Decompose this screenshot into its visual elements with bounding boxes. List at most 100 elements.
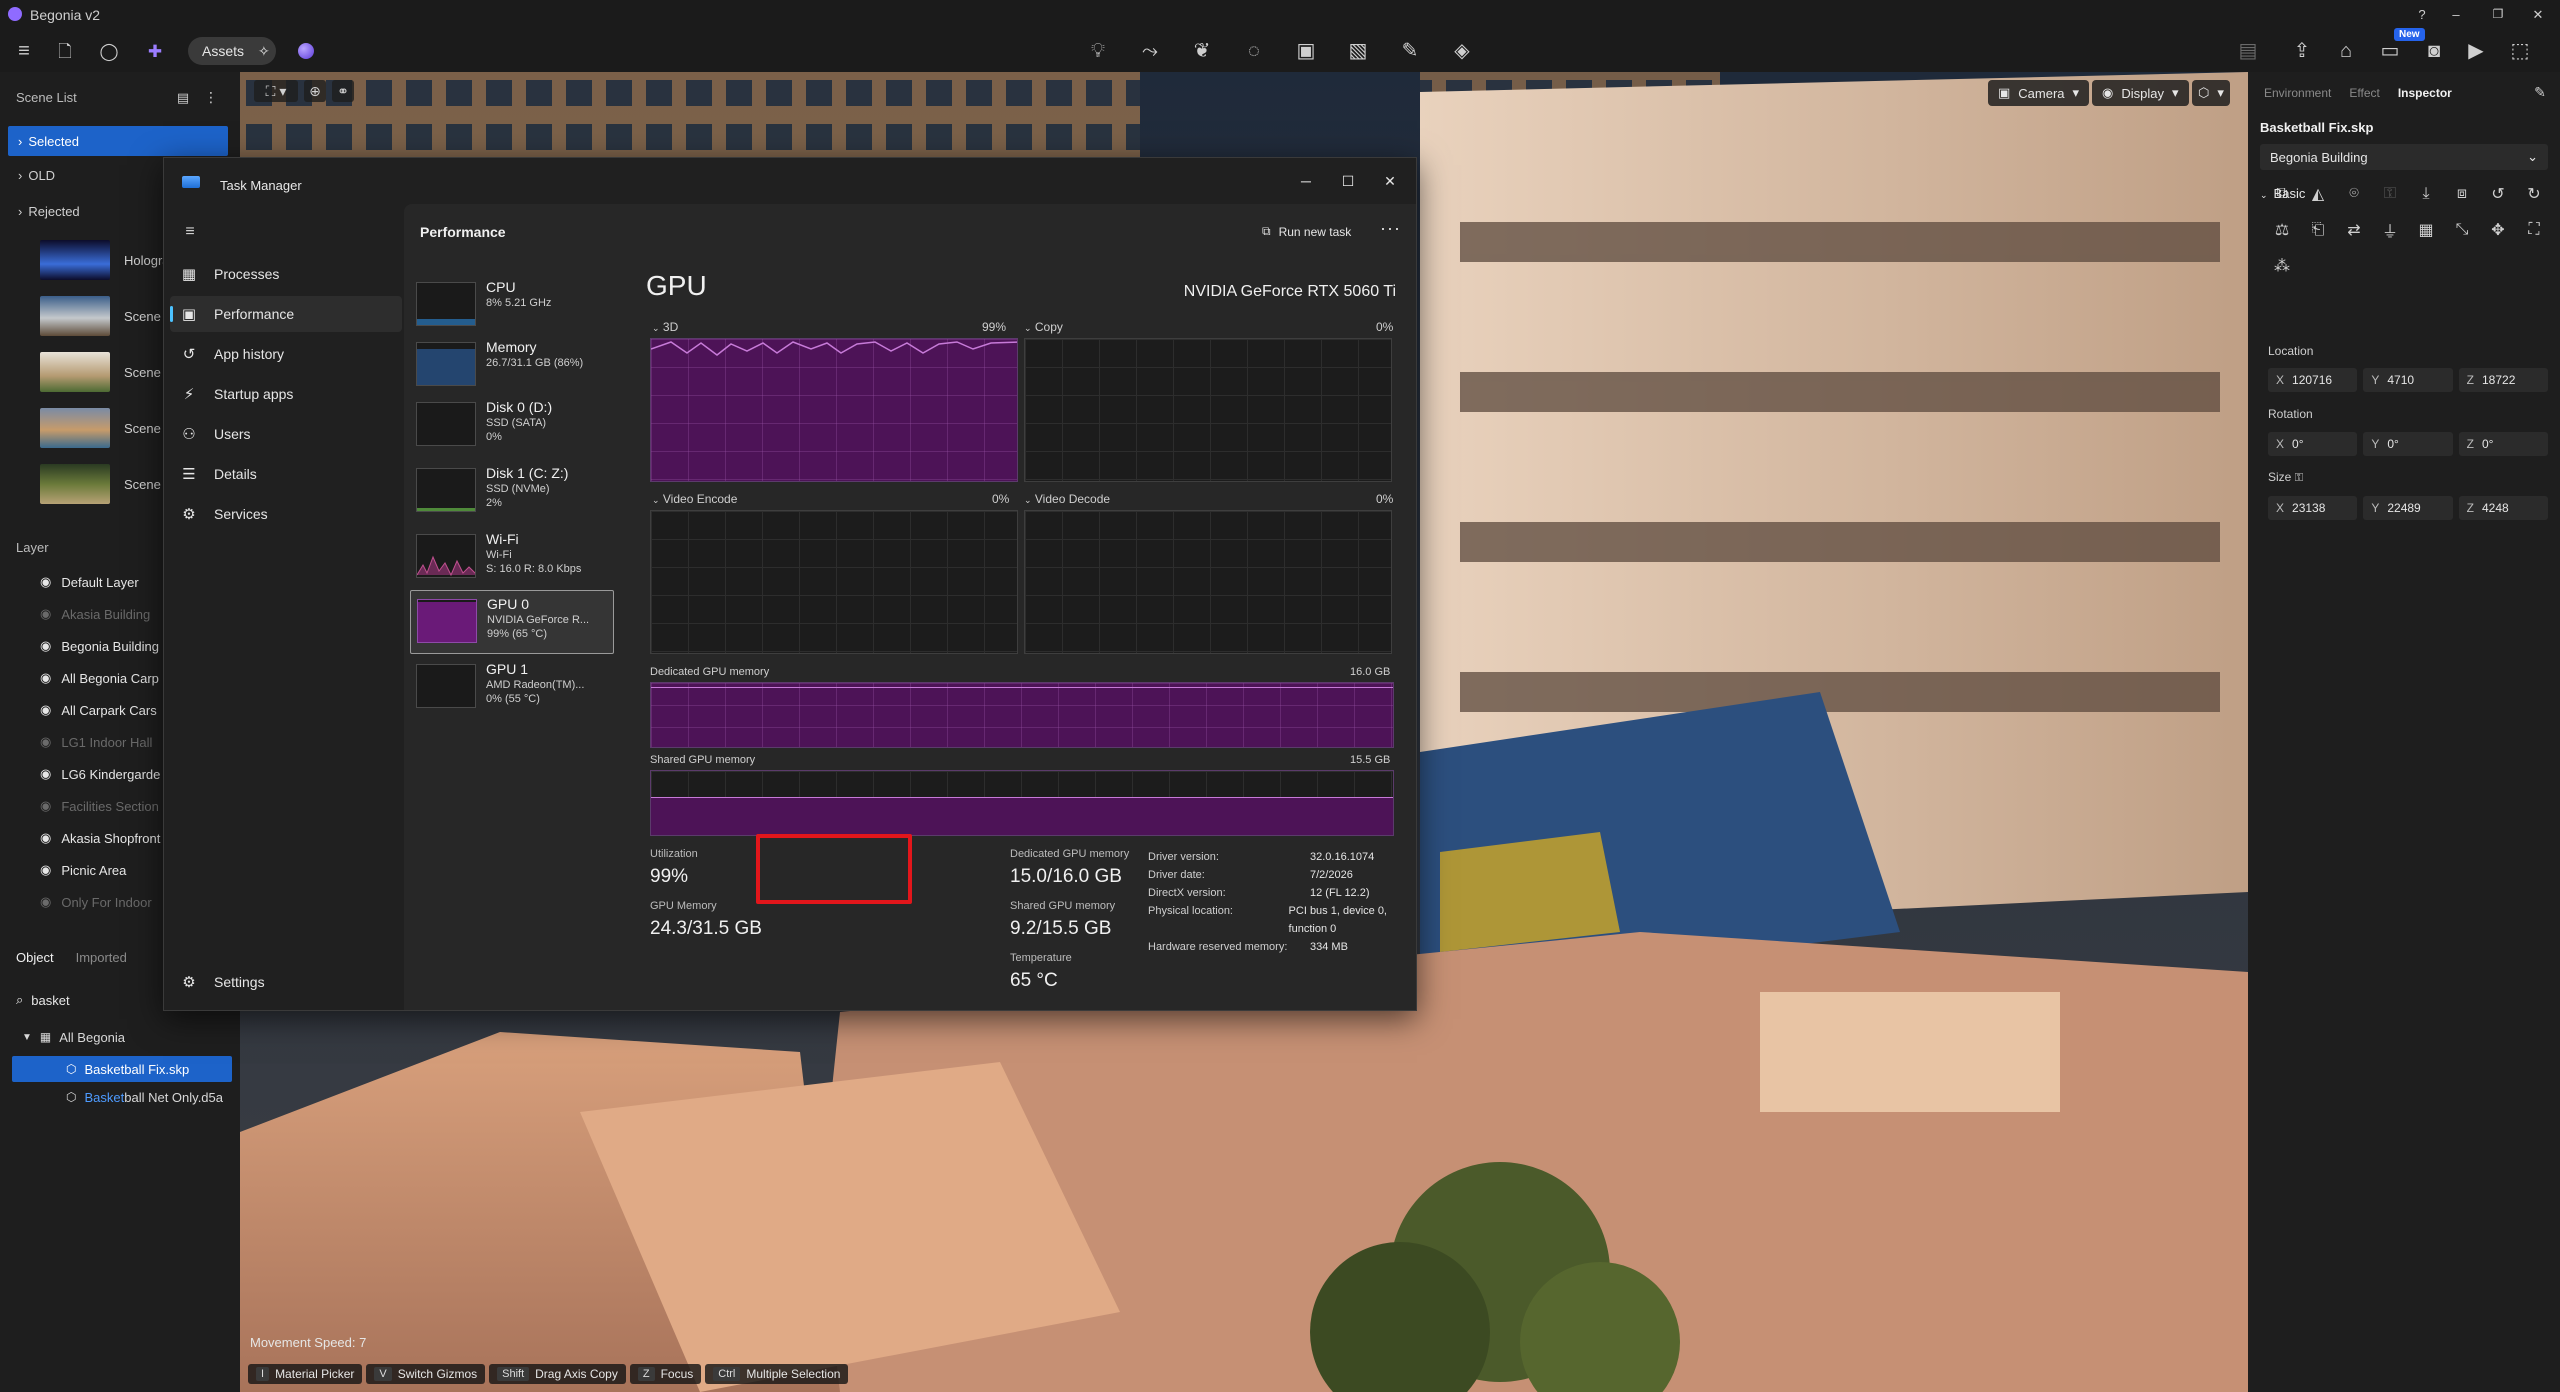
array-icon[interactable]: ▦ [2408, 218, 2444, 242]
scene-more-icon[interactable]: ⋮ [204, 88, 218, 106]
layer-item[interactable]: ◉ Picnic Area [40, 858, 126, 882]
new-file-icon[interactable]: 🗋 [54, 40, 76, 62]
export-icon[interactable]: ⇪ [2290, 40, 2314, 62]
nav-toggle-icon[interactable]: ≡ [180, 222, 200, 242]
device-disk0[interactable]: Disk 0 (D:) SSD (SATA) 0% [410, 394, 614, 458]
tm-minimize-icon[interactable]: ─ [1286, 166, 1326, 196]
panorama-icon[interactable]: ⬚ [2508, 40, 2532, 62]
device-gpu1[interactable]: GPU 1 AMD Radeon(TM)... 0% (55 °C) [410, 656, 614, 720]
lock-ratio-icon[interactable]: ⚿ [2295, 472, 2303, 484]
nav-services[interactable]: ⚙ Services [170, 496, 402, 532]
layer-item[interactable]: ◉ All Begonia Carp [40, 666, 159, 690]
device-wifi[interactable]: Wi-Fi Wi-Fi S: 16.0 R: 8.0 Kbps [410, 526, 614, 590]
location-z-field[interactable]: Z 18722 [2458, 368, 2548, 392]
folder-icon[interactable]: ⎗ [2300, 218, 2336, 242]
nav-details[interactable]: ☰ Details [170, 456, 402, 492]
tab-imported[interactable]: Imported [76, 950, 127, 965]
tab-inspector[interactable]: Inspector [2398, 86, 2452, 100]
ground-icon[interactable]: ⏚ [2372, 218, 2408, 242]
layer-item[interactable]: ◉ LG1 Indoor Hall [40, 730, 152, 754]
eye-off-icon[interactable]: ◉ [40, 734, 51, 750]
material-icon[interactable]: ▧ [1346, 40, 1370, 62]
location-y-field[interactable]: Y 4710 [2363, 368, 2453, 392]
eye-off-icon[interactable]: ◉ [40, 606, 51, 622]
tm-maximize-icon[interactable]: ☐ [1328, 166, 1368, 196]
brush-icon[interactable]: ✎ [1398, 40, 1422, 62]
gizmo-mode-icon[interactable]: ⛶ ▾ [254, 80, 298, 102]
tree-root[interactable]: ▼ ▦ All Begonia [22, 1024, 125, 1050]
layer-item[interactable]: ◉ Begonia Building [40, 634, 159, 658]
tree-item[interactable]: ⬡ Basketball Net Only.d5a [66, 1084, 223, 1110]
nav-startup-apps[interactable]: ⚡︎ Startup apps [170, 376, 402, 412]
view-options-button[interactable]: ⬡ ▾ [2192, 80, 2230, 106]
minimize-icon[interactable]: – [2446, 4, 2466, 24]
ai-plus-icon[interactable]: ✚ [144, 40, 166, 62]
camera-button[interactable]: ▣ Camera ▾ [1988, 80, 2090, 106]
eye-icon[interactable]: ◉ [40, 702, 51, 718]
effect-icon[interactable]: ◌ [1242, 40, 1266, 62]
run-new-task-button[interactable]: ⧉ Run new task [1262, 224, 1351, 239]
layers-tool-icon[interactable]: ◈ [1450, 40, 1474, 62]
nav-settings[interactable]: ⚙ Settings [170, 964, 402, 1000]
path-tool-icon[interactable]: ⤳ [1138, 40, 1162, 62]
scatter-icon[interactable]: ⁂ [2264, 254, 2300, 278]
display-button[interactable]: ◉ Display ▾ [2092, 80, 2189, 106]
layer-item[interactable]: ◉ Akasia Building [40, 602, 150, 626]
rotation-y-field[interactable]: Y 0° [2363, 432, 2453, 456]
scene-add-icon[interactable]: ▤ [174, 88, 192, 106]
eye-icon[interactable]: ◉ [40, 862, 51, 878]
size-y-field[interactable]: Y 22489 [2363, 496, 2453, 520]
scale-icon[interactable]: ⤡ [2444, 218, 2480, 242]
restore-icon[interactable]: ❐ [2488, 4, 2508, 24]
nav-processes[interactable]: ▦ Processes [170, 256, 402, 292]
rotation-z-field[interactable]: Z 0° [2458, 432, 2548, 456]
layer-item[interactable]: ◉ Akasia Shopfront [40, 826, 160, 850]
move-icon[interactable]: ✥ [2480, 218, 2516, 242]
globe-icon[interactable]: ⊕ [304, 80, 326, 102]
package-icon[interactable]: ⌂ [2334, 40, 2358, 62]
size-x-field[interactable]: X 23138 [2268, 496, 2358, 520]
location-x-field[interactable]: X 120716 [2268, 368, 2358, 392]
fit-icon[interactable]: ⛶ [2516, 218, 2552, 242]
video-icon[interactable]: ▶ [2464, 40, 2488, 62]
nav-users[interactable]: ⚇ Users [170, 416, 402, 452]
device-memory[interactable]: Memory 26.7/31.1 GB (86%) [410, 334, 614, 398]
pin-icon[interactable]: ✎ [2530, 82, 2550, 102]
vr-icon[interactable]: ▭ [2378, 40, 2402, 62]
align-icon[interactable]: ⚖ [2264, 218, 2300, 242]
leaf-icon[interactable]: ❦ [1190, 40, 1214, 62]
chat-icon[interactable]: ◯ [98, 40, 120, 62]
scene-group-selected[interactable]: › Selected [8, 126, 228, 156]
assets-button[interactable]: Assets ✧ [188, 37, 276, 65]
layer-item[interactable]: ◉ LG6 Kindergarde [40, 762, 160, 786]
eye-off-icon[interactable]: ◉ [40, 894, 51, 910]
eye-icon[interactable]: ◉ [40, 638, 51, 654]
task-manager-titlebar[interactable]: Task Manager ─ ☐ ✕ [164, 158, 1416, 204]
eye-off-icon[interactable]: ◉ [40, 798, 51, 814]
device-gpu0[interactable]: GPU 0 NVIDIA GeForce R... 99% (65 °C) [410, 590, 614, 654]
tab-environment[interactable]: Environment [2264, 86, 2331, 100]
more-options-icon[interactable]: ··· [1380, 218, 1401, 239]
building-select[interactable]: Begonia Building ⌄ [2260, 144, 2548, 170]
device-cpu[interactable]: CPU 8% 5.21 GHz [410, 274, 614, 338]
layer-item[interactable]: ◉ All Carpark Cars [40, 698, 157, 722]
device-disk1[interactable]: Disk 1 (C: Z:) SSD (NVMe) 2% [410, 460, 614, 524]
hamburger-menu-icon[interactable]: ≡ [14, 40, 34, 62]
size-z-field[interactable]: Z 4248 [2458, 496, 2548, 520]
layer-item[interactable]: ◉ Only For Indoor [40, 890, 152, 914]
nav-app-history[interactable]: ↺ App history [170, 336, 402, 372]
layer-item[interactable]: ◉ Facilities Section [40, 794, 159, 818]
nav-performance[interactable]: ▣ Performance [170, 296, 402, 332]
close-app-icon[interactable]: ✕ [2528, 4, 2548, 24]
tab-effect[interactable]: Effect [2349, 86, 2379, 100]
help-icon[interactable]: ? [2412, 4, 2432, 24]
light-icon[interactable]: 💡︎ [1086, 40, 1110, 62]
eye-icon[interactable]: ◉ [40, 574, 51, 590]
tm-close-icon[interactable]: ✕ [1370, 166, 1410, 196]
link-icon[interactable]: ⚭ [332, 80, 354, 102]
tab-object[interactable]: Object [16, 950, 54, 965]
rotation-x-field[interactable]: X 0° [2268, 432, 2358, 456]
section-basic[interactable]: ⌄ Basic [2260, 186, 2305, 201]
ai-orb-icon[interactable] [298, 43, 314, 59]
camera-tool-icon[interactable]: ▣ [1294, 40, 1318, 62]
